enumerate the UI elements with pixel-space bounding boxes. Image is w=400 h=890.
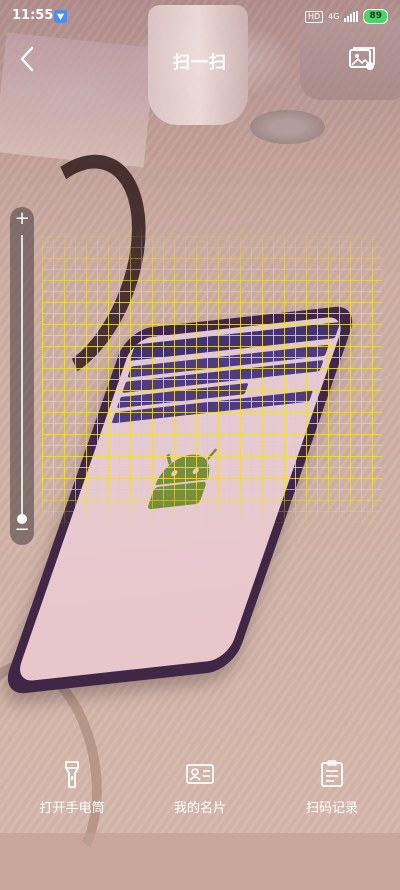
zoom-out-button[interactable]: − xyxy=(10,521,34,539)
zoom-in-button[interactable]: + xyxy=(10,209,34,229)
battery-icon: 89 xyxy=(363,9,388,24)
album-icon xyxy=(349,47,375,70)
scan-history-label: 扫码记录 xyxy=(305,801,358,816)
signal-icon xyxy=(344,11,359,22)
my-card-button[interactable]: 我的名片 xyxy=(140,755,260,816)
scan-history-button[interactable]: 扫码记录 xyxy=(272,755,392,816)
my-card-label: 我的名片 xyxy=(173,801,226,816)
scan-grid xyxy=(42,225,382,527)
zoom-slider[interactable]: + − xyxy=(10,207,34,545)
card-icon xyxy=(186,764,214,784)
status-time: 11:55 xyxy=(12,8,54,23)
flashlight-button[interactable]: 打开手电筒 xyxy=(12,755,132,816)
flashlight-label: 打开手电筒 xyxy=(39,801,105,816)
flashlight-icon xyxy=(65,761,79,788)
history-icon xyxy=(321,760,343,787)
zoom-track[interactable] xyxy=(21,235,23,519)
network-type: 4G xyxy=(328,11,340,21)
hd-badge: HD xyxy=(304,10,324,23)
album-button[interactable] xyxy=(348,46,376,72)
page-title: 扫一扫 xyxy=(173,53,227,73)
status-icons: HD 4G 89 xyxy=(304,9,388,24)
notification-app-icon xyxy=(54,10,67,23)
bottom-toolbar: 打开手电筒 我的名片 扫码记录 xyxy=(0,755,400,833)
status-bar: 11:55 HD 4G 89 xyxy=(0,0,400,34)
